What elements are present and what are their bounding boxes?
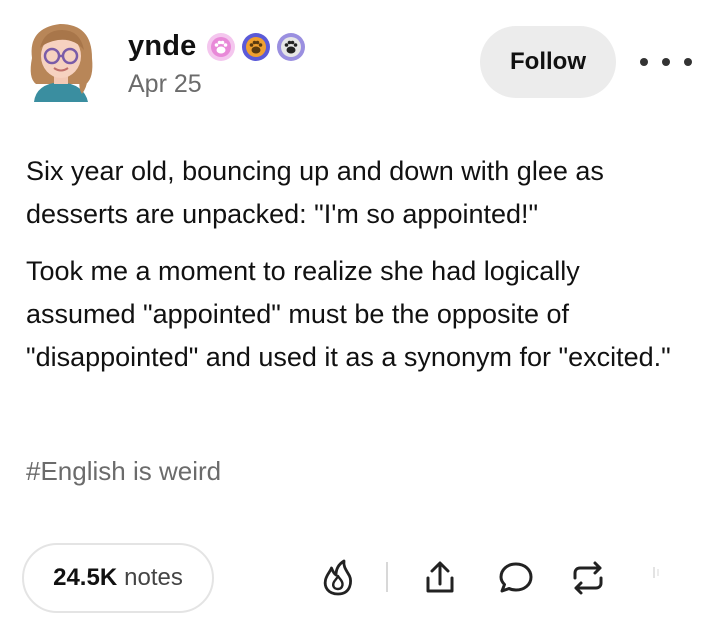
post-body: Six year old, bouncing up and down with … [26, 150, 686, 393]
username-row: ynde [128, 30, 305, 63]
dot [640, 58, 648, 66]
avatar-illustration-icon [30, 24, 93, 102]
post-date: Apr 25 [128, 70, 202, 98]
username[interactable]: ynde [128, 30, 197, 63]
notes-label: notes [124, 564, 183, 591]
notes-count: 24.5K [53, 564, 118, 591]
reblog-icon[interactable] [566, 556, 610, 600]
dot [684, 58, 692, 66]
dot [662, 58, 670, 66]
pink-paw-badge-icon[interactable] [206, 32, 235, 61]
more-options-icon[interactable] [640, 52, 692, 72]
post-paragraph: Took me a moment to realize she had logi… [26, 256, 671, 372]
post-tag[interactable]: #English is weird [26, 456, 221, 487]
reply-icon[interactable] [494, 556, 538, 600]
badge-group [206, 32, 305, 61]
action-divider [386, 562, 388, 592]
gray-paw-badge-icon[interactable] [276, 32, 305, 61]
post-card: ynde Apr 25 Follow Six year old, bouncin… [0, 0, 716, 633]
tick-mark [652, 565, 660, 581]
fire-icon[interactable] [316, 556, 360, 600]
post-paragraph: Six year old, bouncing up and down with … [26, 156, 604, 229]
notes-button[interactable]: 24.5K notes [22, 543, 214, 613]
orange-paw-badge-icon[interactable] [241, 32, 270, 61]
follow-button[interactable]: Follow [480, 26, 616, 98]
share-icon[interactable] [418, 556, 462, 600]
avatar[interactable] [22, 18, 100, 102]
